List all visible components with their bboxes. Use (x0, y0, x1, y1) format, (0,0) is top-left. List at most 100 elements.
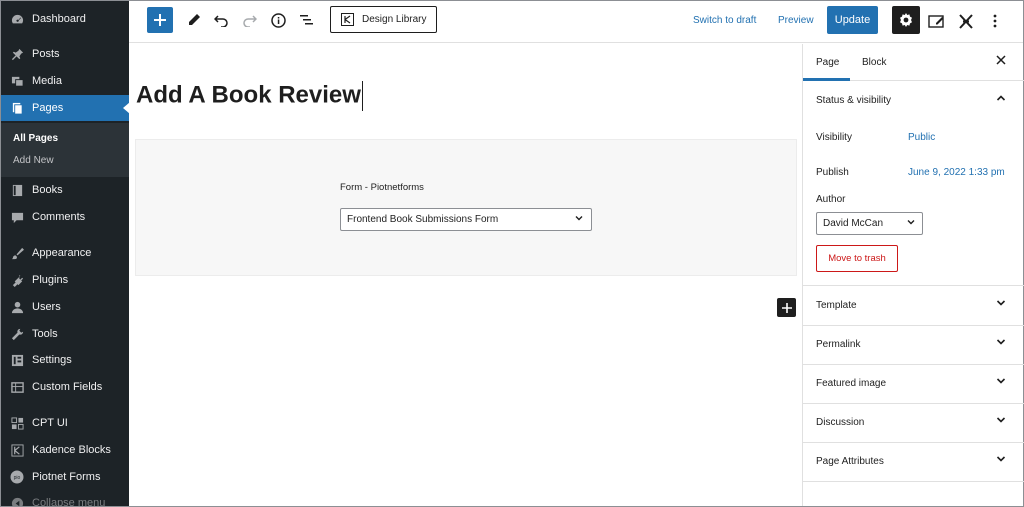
sidebar-tabs: Page Block (803, 44, 1024, 81)
add-block-button[interactable] (777, 298, 796, 317)
more-vertical-icon (993, 14, 997, 28)
undo-button[interactable] (211, 9, 231, 31)
discussion-panel-toggle[interactable]: Discussion (803, 404, 1024, 443)
collapse-icon (10, 496, 24, 506)
section-title: Page Attributes (816, 456, 884, 467)
section-title: Template (816, 300, 857, 311)
sidebar-item-dashboard[interactable]: Dashboard (1, 6, 129, 32)
sidebar-item-appearance[interactable]: Appearance (1, 240, 129, 266)
text-caret (361, 81, 363, 111)
author-select-value: David McCan (823, 218, 884, 229)
settings-sidebar: Page Block Status & visibility Visibilit… (802, 44, 1024, 506)
details-button[interactable] (268, 9, 288, 31)
block-inserter-button[interactable] (147, 7, 173, 33)
grid-icon (10, 416, 24, 430)
page-title[interactable]: Add A Book Review (136, 81, 363, 111)
undo-icon (213, 13, 229, 27)
sidebar-item-media[interactable]: Media (1, 68, 129, 94)
section-title: Status & visibility (816, 95, 892, 106)
tools-button[interactable] (184, 9, 204, 31)
pin-icon (10, 47, 24, 61)
sidebar-item-kadence-blocks[interactable]: Kadence Blocks (1, 437, 129, 463)
sidebar-item-plugins[interactable]: Plugins (1, 267, 129, 293)
sidebar-item-custom-fields[interactable]: Custom Fields (1, 374, 129, 400)
tab-block[interactable]: Block (862, 57, 886, 68)
sidebar-item-label: Dashboard (32, 13, 86, 25)
form-select-dropdown[interactable]: Frontend Book Submissions Form (340, 208, 592, 231)
tab-page[interactable]: Page (816, 57, 839, 68)
author-select[interactable]: David McCan (816, 212, 923, 235)
pages-submenu: All Pages Add New (1, 123, 129, 177)
sidebar-item-label: Comments (32, 211, 86, 223)
sidebar-item-comments[interactable]: Comments (1, 204, 129, 230)
sidebar-item-label: Books (32, 184, 63, 196)
featured-image-panel-toggle[interactable]: Featured image (803, 365, 1024, 404)
book-icon (10, 183, 24, 197)
chevron-down-icon (574, 213, 584, 223)
status-visibility-panel: Visibility Public Publish June 9, 2022 1… (803, 122, 1024, 286)
plug-icon (10, 273, 24, 287)
sidebar-item-pages[interactable]: Pages (1, 95, 129, 121)
kadence-icon (341, 13, 354, 26)
move-to-trash-button[interactable]: Move to trash (816, 245, 898, 272)
chevron-down-icon (996, 337, 1006, 347)
kadence-toolkit-button[interactable] (956, 10, 976, 32)
sidebar-item-users[interactable]: Users (1, 294, 129, 320)
piotnet-form-block[interactable]: Form - Piotnetforms Frontend Book Submis… (135, 139, 797, 276)
submenu-add-new[interactable]: Add New (13, 155, 54, 166)
chevron-down-icon (996, 415, 1006, 425)
list-view-button[interactable] (296, 9, 316, 31)
kadence-panel-button[interactable] (926, 10, 946, 32)
admin-sidebar: Dashboard Posts Media Pages All Pages Ad… (1, 1, 129, 506)
active-tab-indicator (803, 78, 850, 81)
sidebar-item-label: Media (32, 75, 62, 87)
visibility-value-button[interactable]: Public (908, 132, 935, 143)
sidebar-item-cpt-ui[interactable]: CPT UI (1, 410, 129, 436)
sidebar-item-label: Posts (32, 48, 60, 60)
publish-label: Publish (816, 167, 849, 178)
edit-square-icon (927, 14, 945, 29)
status-visibility-toggle[interactable]: Status & visibility (803, 82, 1024, 121)
form-select-value: Frontend Book Submissions Form (347, 214, 499, 225)
permalink-panel-toggle[interactable]: Permalink (803, 326, 1024, 365)
close-icon (996, 55, 1006, 65)
gear-icon (898, 12, 914, 28)
switch-to-draft-button[interactable]: Switch to draft (693, 15, 756, 26)
settings-toggle-button[interactable] (892, 6, 920, 34)
chevron-down-icon (906, 217, 916, 227)
pages-icon (10, 101, 24, 115)
preview-button[interactable]: Preview (778, 15, 814, 26)
media-icon (10, 74, 24, 88)
section-title: Discussion (816, 417, 865, 428)
options-menu-button[interactable] (985, 10, 1005, 32)
svg-text:pio: pio (14, 475, 21, 481)
chevron-up-icon (996, 93, 1006, 103)
sidebar-item-posts[interactable]: Posts (1, 41, 129, 67)
user-icon (10, 300, 24, 314)
table-icon (10, 380, 24, 394)
page-title-text: Add A Book Review (136, 81, 361, 109)
publish-date-button[interactable]: June 9, 2022 1:33 pm (908, 167, 1005, 178)
brush-icon (10, 246, 24, 260)
design-library-button[interactable]: Design Library (330, 6, 437, 33)
sidebar-item-books[interactable]: Books (1, 177, 129, 203)
submenu-all-pages[interactable]: All Pages (13, 133, 58, 144)
sidebar-item-settings[interactable]: Settings (1, 347, 129, 373)
list-view-icon (299, 13, 314, 27)
section-title: Permalink (816, 339, 861, 350)
template-panel-toggle[interactable]: Template (803, 287, 1024, 326)
update-button[interactable]: Update (827, 6, 878, 34)
plus-icon (781, 302, 792, 313)
piotnet-icon: pio (10, 470, 24, 484)
design-library-label: Design Library (362, 14, 427, 25)
chevron-down-icon (996, 454, 1006, 464)
close-sidebar-button[interactable] (996, 55, 1006, 65)
sidebar-item-label: Users (32, 301, 61, 313)
sidebar-item-piotnet-forms[interactable]: pio Piotnet Forms (1, 464, 129, 490)
page-attributes-panel-toggle[interactable]: Page Attributes (803, 443, 1024, 482)
sidebar-item-label: Appearance (32, 247, 92, 259)
collapse-menu-button[interactable]: Collapse menu (1, 490, 129, 506)
redo-button[interactable] (239, 9, 259, 31)
sidebar-item-tools[interactable]: Tools (1, 321, 129, 347)
sidebar-item-label: Piotnet Forms (32, 471, 101, 483)
